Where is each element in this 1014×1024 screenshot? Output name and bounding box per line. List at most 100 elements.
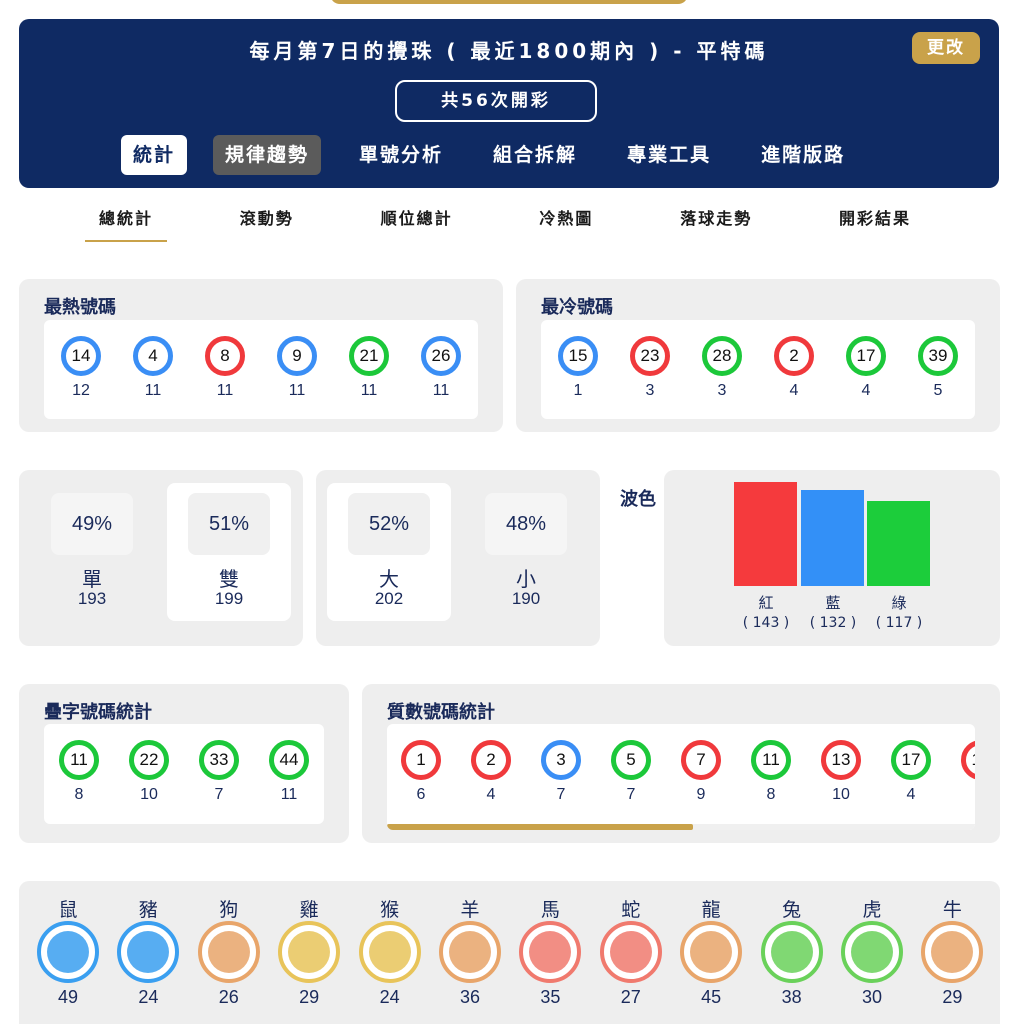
number-ball-item[interactable]: 24 <box>461 740 521 804</box>
subtab-rolling[interactable]: 滾動勢 <box>226 200 308 242</box>
monkey-icon <box>358 921 421 983</box>
hot-numbers-list: 14 12 4 11 8 11 9 11 21 11 26 11 <box>44 320 478 419</box>
tab-trends[interactable]: 規律趨勢 <box>213 135 322 175</box>
number-ball-item[interactable]: 21 11 <box>339 336 399 400</box>
wave-color-chart: 紅( 143 ) 藍( 132 ) 綠( 117 ) <box>664 470 1000 646</box>
ball-count: 10 <box>140 786 158 803</box>
number-ball-item[interactable]: 28 3 <box>692 336 752 400</box>
number-ball-item[interactable]: 37 <box>531 740 591 804</box>
zodiac-item[interactable]: 虎 30 <box>837 895 907 1008</box>
hot-numbers-title: 最熱號碼 <box>44 297 116 318</box>
rat-icon <box>37 921 99 983</box>
number-ball-item[interactable]: 44 11 <box>259 740 319 804</box>
number-ball-item[interactable]: 8 11 <box>195 336 255 400</box>
zodiac-name: 牛 <box>942 899 962 921</box>
number-ball-item[interactable]: 39 5 <box>908 336 968 400</box>
zodiac-count: 35 <box>540 987 561 1007</box>
zodiac-count: 45 <box>701 987 722 1007</box>
tab-statistics[interactable]: 統計 <box>121 135 188 175</box>
subtab-position[interactable]: 順位總計 <box>367 200 467 242</box>
subtab-ball-trend[interactable]: 落球走勢 <box>666 200 766 242</box>
wave-color-name: 綠 <box>891 594 907 612</box>
number-ball-item[interactable]: 14 12 <box>51 336 111 400</box>
zodiac-item[interactable]: 狗 26 <box>194 895 264 1008</box>
zodiac-item[interactable]: 羊 36 <box>435 895 505 1008</box>
zodiac-glyph <box>207 931 250 973</box>
zodiac-name: 馬 <box>540 899 560 921</box>
tab-advanced-routes[interactable]: 進階版路 <box>749 135 857 175</box>
number-ball-item[interactable]: 24 <box>764 336 824 400</box>
top-action-bar[interactable] <box>330 0 688 4</box>
number-ball-item[interactable]: 23 3 <box>620 336 680 400</box>
number-ball-item[interactable]: 17 4 <box>881 740 941 804</box>
zodiac-item[interactable]: 牛 29 <box>917 895 987 1008</box>
wave-color-count: ( 117 ) <box>875 615 923 631</box>
zodiac-count: 36 <box>459 987 481 1007</box>
odd-even-panel: 49% 單 193 51% 雙 199 <box>19 470 303 646</box>
double-digit-title: 疊字號碼統計 <box>44 702 152 723</box>
number-ball: 21 <box>349 336 389 376</box>
double-digit-list: 11 8 22 10 33 7 44 11 <box>44 724 324 824</box>
number-ball: 44 <box>269 740 309 780</box>
number-ball-item[interactable]: 33 7 <box>189 740 249 804</box>
zodiac-glyph <box>931 931 974 973</box>
number-ball: 13 <box>821 740 861 780</box>
main-tabs: 統計 規律趨勢 單號分析 組合拆解 專業工具 進階版路 <box>121 135 883 175</box>
number-ball-item[interactable]: 16 <box>391 740 451 804</box>
ball-count: 8 <box>766 786 776 803</box>
rooster-icon <box>278 921 341 983</box>
tab-single-analysis[interactable]: 單號分析 <box>347 135 455 175</box>
zodiac-glyph <box>690 931 733 973</box>
zodiac-item[interactable]: 蛇 27 <box>596 895 666 1008</box>
number-ball-item[interactable]: 19 <box>951 740 975 786</box>
number-ball: 2 <box>471 740 511 780</box>
dragon-icon <box>680 921 743 983</box>
number-ball-item[interactable]: 17 4 <box>836 336 896 400</box>
zodiac-glyph <box>609 931 652 973</box>
number-ball-item[interactable]: 13 10 <box>811 740 871 804</box>
zodiac-item[interactable]: 龍 45 <box>676 895 746 1008</box>
subtab-heatmap[interactable]: 冷熱圖 <box>525 200 607 242</box>
even-percent: 51% <box>188 493 270 555</box>
subtab-results[interactable]: 開彩結果 <box>825 200 925 242</box>
number-ball-item[interactable]: 57 <box>601 740 661 804</box>
small-count: 190 <box>511 589 541 608</box>
zodiac-item[interactable]: 鼠 49 <box>33 895 103 1008</box>
zodiac-count: 24 <box>138 987 159 1007</box>
zodiac-item[interactable]: 猴 24 <box>355 895 425 1008</box>
number-ball: 8 <box>205 336 245 376</box>
zodiac-item[interactable]: 雞 29 <box>274 895 344 1008</box>
tab-combination[interactable]: 組合拆解 <box>481 135 589 175</box>
number-ball-item[interactable]: 22 10 <box>119 740 179 804</box>
zodiac-name: 蛇 <box>621 899 641 921</box>
zodiac-glyph <box>288 931 331 973</box>
zodiac-glyph <box>770 931 813 973</box>
pig-icon <box>117 921 180 983</box>
zodiac-item[interactable]: 豬 24 <box>113 895 183 1008</box>
number-ball-item[interactable]: 79 <box>671 740 731 804</box>
wave-color-title: 波色 <box>620 489 656 510</box>
ball-count: 11 <box>144 382 162 399</box>
zodiac-item[interactable]: 兔 38 <box>757 895 827 1008</box>
change-button[interactable]: 更改 <box>912 32 980 64</box>
tab-pro-tools[interactable]: 專業工具 <box>615 135 723 175</box>
number-ball-item[interactable]: 4 11 <box>123 336 183 400</box>
zodiac-item[interactable]: 馬 35 <box>515 895 585 1008</box>
prime-numbers-list[interactable]: 1624375779118131017419 <box>387 724 975 830</box>
wave-bar <box>867 500 930 586</box>
ball-count: 12 <box>72 382 90 399</box>
number-ball-item[interactable]: 11 8 <box>49 740 109 804</box>
small-label: 小 <box>516 567 536 591</box>
prime-numbers-panel: 質數號碼統計 1624375779118131017419 <box>362 684 1000 843</box>
number-ball-item[interactable]: 26 11 <box>411 336 471 400</box>
number-ball: 11 <box>59 740 99 780</box>
number-ball-item[interactable]: 15 1 <box>548 336 608 400</box>
ox-icon <box>921 921 984 983</box>
subtab-overall[interactable]: 總統計 <box>85 200 168 242</box>
ball-count: 9 <box>696 786 706 803</box>
number-ball-item[interactable]: 11 8 <box>741 740 801 804</box>
number-ball-item[interactable]: 9 11 <box>267 336 327 400</box>
ball-count: 7 <box>556 786 566 803</box>
odd-percent: 49% <box>51 493 133 555</box>
prime-scroll-thumb[interactable] <box>387 824 693 830</box>
